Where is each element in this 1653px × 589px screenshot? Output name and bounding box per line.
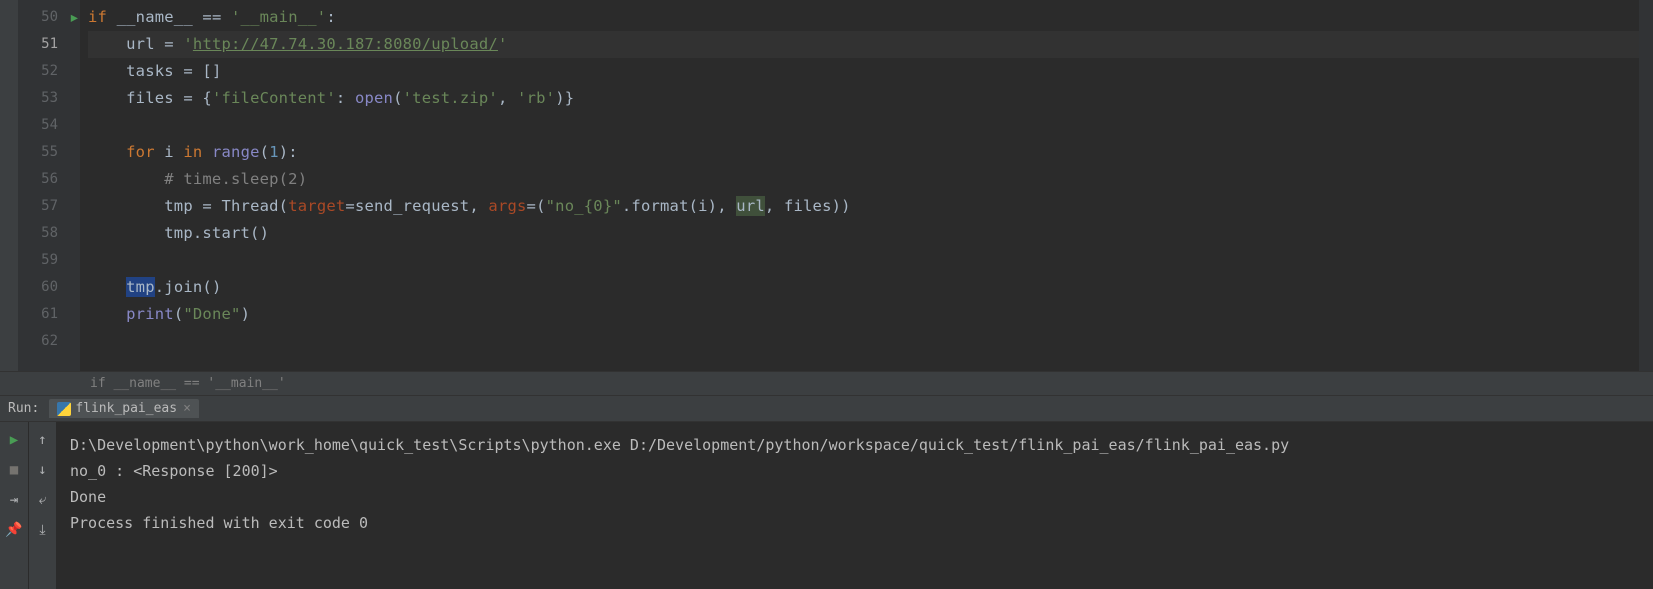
code-line[interactable]: [88, 112, 1639, 139]
run-tab-bar: Run: flink_pai_eas ×: [0, 396, 1653, 422]
down-icon[interactable]: ↓: [38, 462, 46, 478]
line-number[interactable]: 54: [18, 112, 80, 139]
breadcrumb-bar[interactable]: if __name__ == '__main__': [0, 371, 1653, 395]
stop-icon[interactable]: ■: [10, 462, 18, 478]
run-toolbar-secondary: ↑ ↓ ⤶ ⤓: [28, 422, 56, 589]
run-label: Run:: [8, 401, 39, 416]
line-number[interactable]: 59: [18, 247, 80, 274]
layout-icon[interactable]: ⇥: [10, 492, 18, 508]
console-line: D:\Development\python\work_home\quick_te…: [70, 432, 1639, 458]
close-icon[interactable]: ×: [183, 401, 191, 416]
line-number[interactable]: 56: [18, 166, 80, 193]
console-line: no_0 : <Response [200]>: [70, 458, 1639, 484]
run-tool-window: Run: flink_pai_eas × ▶ ■ ⇥ 📌 ↑ ↓ ⤶ ⤓ D:\…: [0, 395, 1653, 589]
code-line[interactable]: if __name__ == '__main__':: [88, 4, 1639, 31]
code-line[interactable]: url = 'http://47.74.30.187:8080/upload/': [88, 31, 1639, 58]
code-line[interactable]: files = {'fileContent': open('test.zip',…: [88, 85, 1639, 112]
line-number[interactable]: 55: [18, 139, 80, 166]
pin-icon[interactable]: 📌: [5, 522, 22, 538]
line-number[interactable]: 57: [18, 193, 80, 220]
code-line[interactable]: print("Done"): [88, 301, 1639, 328]
editor-area: 50▶ 51 52 53 54 55 56 57 58 59 60 61 62 …: [0, 0, 1653, 371]
up-icon[interactable]: ↑: [38, 432, 46, 448]
code-editor[interactable]: if __name__ == '__main__': url = 'http:/…: [80, 0, 1639, 371]
gutter[interactable]: 50▶ 51 52 53 54 55 56 57 58 59 60 61 62: [18, 0, 80, 371]
error-stripe[interactable]: [1639, 0, 1653, 371]
breadcrumb-item[interactable]: if __name__ == '__main__': [90, 376, 286, 391]
code-line[interactable]: tmp.start(): [88, 220, 1639, 247]
code-line[interactable]: [88, 328, 1639, 355]
rerun-icon[interactable]: ▶: [10, 432, 18, 448]
console-line: Process finished with exit code 0: [70, 510, 1639, 536]
line-number[interactable]: 50▶: [18, 4, 80, 31]
line-number[interactable]: 51: [18, 31, 80, 58]
console-output[interactable]: D:\Development\python\work_home\quick_te…: [56, 422, 1653, 589]
run-toolbar-primary: ▶ ■ ⇥ 📌: [0, 422, 28, 589]
line-number[interactable]: 53: [18, 85, 80, 112]
code-line[interactable]: tmp.join(): [88, 274, 1639, 301]
code-line[interactable]: tmp = Thread(target=send_request, args=(…: [88, 193, 1639, 220]
code-line[interactable]: [88, 247, 1639, 274]
scroll-end-icon[interactable]: ⤓: [39, 522, 45, 538]
code-line[interactable]: tasks = []: [88, 58, 1639, 85]
soft-wrap-icon[interactable]: ⤶: [39, 492, 47, 508]
run-tab-title: flink_pai_eas: [75, 401, 177, 416]
console-line: Done: [70, 484, 1639, 510]
line-number[interactable]: 61: [18, 301, 80, 328]
line-number[interactable]: 58: [18, 220, 80, 247]
line-number[interactable]: 52: [18, 58, 80, 85]
run-tab[interactable]: flink_pai_eas ×: [49, 399, 199, 418]
line-number[interactable]: 62: [18, 328, 80, 355]
python-icon: [57, 402, 71, 416]
run-line-icon[interactable]: ▶: [71, 4, 78, 31]
project-strip[interactable]: [0, 0, 18, 371]
line-number[interactable]: 60: [18, 274, 80, 301]
code-line[interactable]: for i in range(1):: [88, 139, 1639, 166]
code-line[interactable]: # time.sleep(2): [88, 166, 1639, 193]
run-body: ▶ ■ ⇥ 📌 ↑ ↓ ⤶ ⤓ D:\Development\python\wo…: [0, 422, 1653, 589]
